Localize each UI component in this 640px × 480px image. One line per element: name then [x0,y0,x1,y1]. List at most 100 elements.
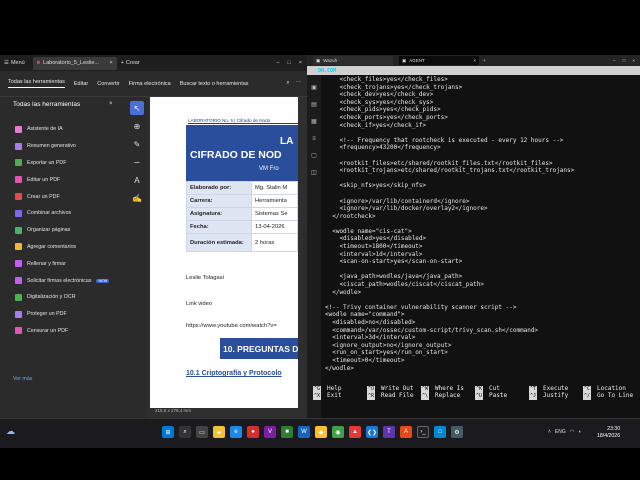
app-purple-icon[interactable]: V [264,426,276,438]
clock[interactable]: 23:30 18/4/2026 [597,426,620,440]
close-window-icon[interactable]: × [299,60,302,66]
word-icon[interactable]: W [298,426,310,438]
banner-line-2: CIFRADO DE NOD [190,149,282,161]
tool-item[interactable]: Exportar un PDF [15,155,109,172]
tool-item[interactable]: Resumen generativo [15,138,109,155]
code-line: <check_pids>yes</check_pids> [325,106,441,114]
close-icon[interactable]: × [473,58,476,63]
terminal-window: ▣ Wazuh ▣ AGENT × + – □ × ON.COM GNU nan… [307,55,640,418]
teams-icon[interactable]: T [383,426,395,438]
grid-icon[interactable]: ▦ [310,118,318,126]
app-red2-icon[interactable]: ▲ [349,426,361,438]
acrobat-toolbar: Todas las herramientas Editar Convertir … [0,71,307,97]
editor-content[interactable]: <check_files>yes</check_files> <check_tr… [325,76,640,386]
volume-icon[interactable]: ◖ [578,429,581,435]
tool-item-label: Rellenar y firmar [27,260,66,267]
sign-icon[interactable]: ✍ [130,191,144,205]
acrobat-icon[interactable]: A [400,426,412,438]
app-red-icon[interactable]: ● [247,426,259,438]
code-line: <ignore>/var/lib/containerd</ignore> [325,197,470,205]
app-green-icon[interactable]: ■ [281,426,293,438]
toolbar-search[interactable]: Buscar texto o herramientas [180,81,249,87]
toolbar-edit[interactable]: Editar [74,81,88,87]
layers-icon[interactable]: ◫ [310,169,318,177]
terminal-tab-agent[interactable]: ▣ AGENT × [399,56,479,65]
terminal-tab-wazuh[interactable]: ▣ Wazuh [313,56,393,65]
shortcut-label: Paste [489,392,508,399]
list-icon[interactable]: ≡ [310,135,318,143]
pen-icon[interactable]: ✎ [130,137,144,151]
edge-icon[interactable]: e [230,426,242,438]
chrome-icon[interactable]: ◉ [332,426,344,438]
close-window-icon[interactable]: × [632,58,635,63]
terminal-icon: ▣ [316,57,321,63]
new-tab-button[interactable]: + Crear [121,60,140,66]
tool-item[interactable]: Asistente de IA [15,121,109,138]
vscode-icon[interactable]: ❮❯ [366,426,378,438]
doc-icon[interactable]: ▤ [310,101,318,109]
info-value: 2 horas [251,233,298,252]
settings-icon[interactable]: ⚙ [451,426,463,438]
more-icon[interactable]: ⋯ [296,80,302,87]
code-line: <interval>1d</interval> [325,250,423,258]
tool-item[interactable]: Rellenar y firmar [15,255,109,272]
doc-link-url[interactable]: https://www.youtube.com/watch?v= [186,323,277,329]
tool-item[interactable]: Crear un PDF [15,188,109,205]
tool-item[interactable]: Organizar páginas [15,222,109,239]
language-indicator[interactable]: ENG [555,429,566,435]
see-more-link[interactable]: Ver más [13,376,32,382]
task-view-icon[interactable]: ▭ [196,426,208,438]
square-icon[interactable]: ▣ [310,84,318,92]
windows-start-icon[interactable]: ⊞ [162,426,174,438]
minimize-icon[interactable]: – [613,58,616,63]
app-yellow-icon[interactable]: ◆ [315,426,327,438]
code-line: <check_sys>yes</check_sys> [325,98,434,106]
zoom-icon[interactable]: ⊕ [130,119,144,133]
weather-icon[interactable]: ☁ [6,426,15,437]
terminal-taskbar-icon[interactable]: ›_ [417,426,429,438]
select-cursor-icon[interactable]: ↖ [130,101,144,115]
wifi-icon[interactable]: ◠ [570,429,574,435]
info-key: Asignatura: [186,207,252,221]
code-line: <wodle name="cis-cat"> [325,227,412,235]
close-icon[interactable]: × [109,60,112,66]
tool-item[interactable]: Combinar archivos [15,205,109,222]
tool-item[interactable]: Proteger un PDF [15,306,109,323]
toolbar-convert[interactable]: Convertir [97,81,119,87]
file-explorer-icon[interactable]: ▰ [213,426,225,438]
shortcut-label: Go To Line [597,392,634,399]
redact-icon [15,327,22,335]
search-icon[interactable]: ⌕ [179,426,191,438]
tool-item[interactable]: Solicitar firmas electrónicas NEW [15,272,110,289]
search-icon[interactable]: ⌕ [286,80,289,87]
minimize-icon[interactable]: – [276,60,279,66]
menu-button[interactable]: ☰ Menú [0,60,29,66]
maximize-icon[interactable]: □ [623,58,626,63]
virtualbox-icon[interactable]: □ [434,426,446,438]
toolbar-all-tools[interactable]: Todas las herramientas [8,79,65,88]
tool-item[interactable]: Censurar un PDF [15,323,109,340]
draw-icon[interactable]: ∽ [130,155,144,169]
toolbar-right-icons: ⌕ ⋯ [286,80,307,87]
tool-item[interactable]: Agregar comentarios [15,239,109,256]
tool-item-label: Digitalización y OCR [27,294,76,301]
close-icon[interactable]: × [109,101,113,107]
ai-assistant-icon [15,125,22,133]
window-icon[interactable]: ▢ [310,152,318,160]
tool-item[interactable]: Digitalización y OCR [15,289,109,306]
document-viewport[interactable]: LABORATORIO No. 5 | Cifrado de Nodo LA C… [147,97,307,418]
tool-item[interactable]: Editar un PDF [15,171,109,188]
info-value: Sistemas Se [251,207,298,221]
toolbar-sign[interactable]: Firma electrónica [129,81,171,87]
maximize-icon[interactable]: □ [287,60,290,66]
shortcut-item[interactable]: ^C Location ^/ Go To Line [583,385,640,405]
shortcut-key: ^O [367,386,376,393]
chevron-up-icon[interactable]: ˄ [548,429,551,435]
new-terminal-tab-icon[interactable]: + [483,58,486,63]
document-tab[interactable]: ■ Laboratorio_5_Leslie... × [32,56,117,70]
terminal-side-strip: ▣ ▤ ▦ ≡ ▢ ◫ [307,75,321,418]
text-box-icon[interactable]: Ａ [130,173,144,187]
